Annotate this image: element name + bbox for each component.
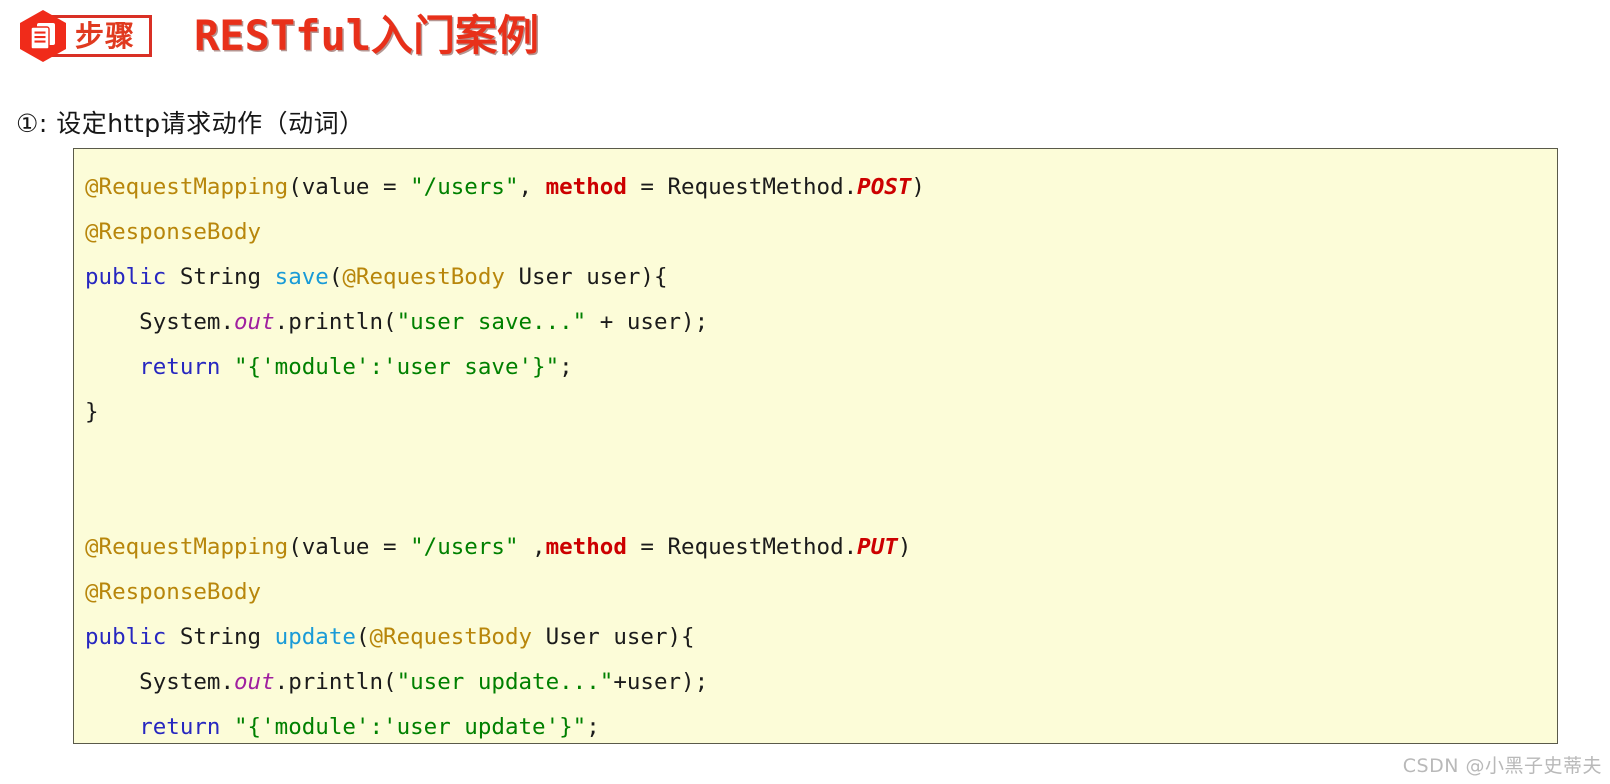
watermark: CSDN @小黑子史蒂夫 [1402,755,1602,777]
code-line: public String update(@RequestBody User u… [74,615,1557,660]
code-block: @RequestMapping(value = "/users", method… [73,148,1558,744]
code-token-plain: +user); [613,669,709,695]
code-token-plain: ; [586,714,600,740]
code-token-mod: return [139,354,221,380]
code-token-plain: ) [911,174,925,200]
document-list-icon [18,9,68,63]
code-token-plain: User user){ [532,624,695,650]
code-token-fn: update [274,624,356,650]
code-token-str: "user save..." [396,309,587,335]
step-description: ①: 设定http请求动作（动词） [16,109,365,138]
code-line: @RequestMapping(value = "/users", method… [74,165,1557,210]
code-token-plain: User user){ [504,264,668,290]
code-token-plain: String [166,264,275,290]
code-token-plain: System. [85,309,235,335]
code-token-mod: return [139,714,221,740]
code-token-plain: (value = [288,534,411,560]
code-token-plain: } [85,399,99,425]
code-token-mod: public [85,624,167,650]
code-token-const: POST [857,174,912,200]
code-token-str: "/users" [410,534,519,560]
code-line: @ResponseBody [74,210,1557,255]
code-token-ann: @RequestBody [369,624,533,650]
code-line: @RequestMapping(value = "/users" ,method… [74,525,1557,570]
code-token-plain: , [518,534,546,560]
code-token-plain: = RequestMethod. [626,534,858,560]
page-title: RESTful入门案例 [194,11,540,60]
code-token-mod: public [85,264,167,290]
code-token-ann: @RequestBody [342,264,505,290]
code-token-plain: .println( [274,669,397,695]
code-token-str: "{'module':'user save'}" [234,354,560,380]
code-token-plain: String [166,624,275,650]
code-token-plain: , [518,174,546,200]
code-token-ann: @RequestMapping [85,534,289,560]
code-line: System.out.println("user save..." + user… [74,300,1557,345]
code-token-ann: @ResponseBody [85,219,262,245]
code-token-plain: ( [328,264,343,290]
code-token-plain: ( [355,624,370,650]
code-token-plain: ) [897,534,912,560]
code-token-const: PUT [857,534,898,560]
code-token-plain: System. [85,669,235,695]
code-token-plain: = RequestMethod. [626,174,858,200]
code-token-ann: @ResponseBody [85,579,262,605]
code-line: return "{'module':'user save'}"; [74,345,1557,390]
code-token-field: out [234,309,275,335]
code-token-field: out [234,669,275,695]
code-token-plain: + user); [586,309,709,335]
code-token-plain: .println( [274,309,397,335]
code-token-plain: (value = [288,174,411,200]
code-token-str: "{'module':'user update'}" [234,714,587,740]
code-token-str: "user update..." [396,669,614,695]
code-line: public String save(@RequestBody User use… [74,255,1557,300]
step-badge-label: 步骤 [75,18,136,53]
page-header: 步骤 RESTful入门案例 [18,6,539,66]
code-token-fn: save [274,264,329,290]
code-token-plain: ; [559,354,573,380]
code-line: return "{'module':'user update'}"; [74,705,1557,743]
code-token-str: "/users" [410,174,519,200]
code-line: @ResponseBody [74,570,1557,615]
code-line: } [74,390,1557,435]
code-line: System.out.println("user update..."+user… [74,660,1557,705]
step-badge: 步骤 [18,10,153,62]
code-token-kw: method [545,534,627,560]
code-token-ann: @RequestMapping [85,174,289,200]
code-token-kw: method [545,174,627,200]
